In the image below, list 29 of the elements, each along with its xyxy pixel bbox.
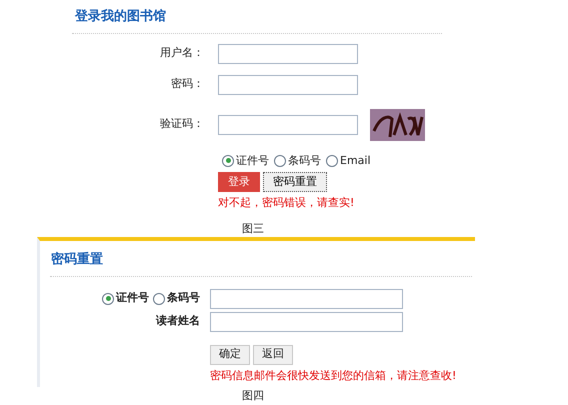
radio-button[interactable] — [326, 154, 338, 167]
error-message: 对不起，密码错误，请查实! — [218, 196, 354, 209]
radio-button[interactable] — [153, 292, 165, 304]
radio-label: Email — [340, 152, 371, 168]
section-title: 登录我的图书馆 — [75, 9, 166, 24]
figure-caption: 图三 — [242, 222, 264, 234]
reset-password-button[interactable]: 密码重置 — [263, 172, 327, 192]
section-title: 密码重置 — [51, 252, 103, 267]
radio-label: 条码号 — [288, 152, 321, 168]
input-field[interactable] — [210, 312, 403, 332]
radio-button[interactable] — [274, 154, 286, 167]
info-message: 密码信息邮件会很快发送到您的信箱，请注意查收! — [210, 368, 456, 382]
field-label: 用户名： — [160, 45, 204, 62]
input-field[interactable] — [218, 114, 358, 134]
field-label: 密码： — [171, 76, 204, 92]
field-label: 验证码： — [160, 116, 204, 132]
input-field[interactable] — [210, 288, 403, 308]
input-field[interactable] — [218, 44, 358, 64]
form-button[interactable]: 确定 — [210, 344, 250, 364]
radio-button[interactable] — [222, 154, 234, 167]
form-button[interactable]: 返回 — [253, 344, 293, 364]
radio-label: 证件号 — [116, 290, 149, 306]
field-label: 读者姓名 — [156, 313, 200, 330]
radio-label: 条码号 — [167, 290, 200, 306]
radio-label: 证件号 — [236, 152, 269, 168]
login-button[interactable]: 登录 — [218, 172, 260, 192]
input-field[interactable] — [218, 74, 358, 94]
figure-caption: 图四 — [242, 389, 264, 402]
radio-button[interactable] — [102, 292, 114, 304]
